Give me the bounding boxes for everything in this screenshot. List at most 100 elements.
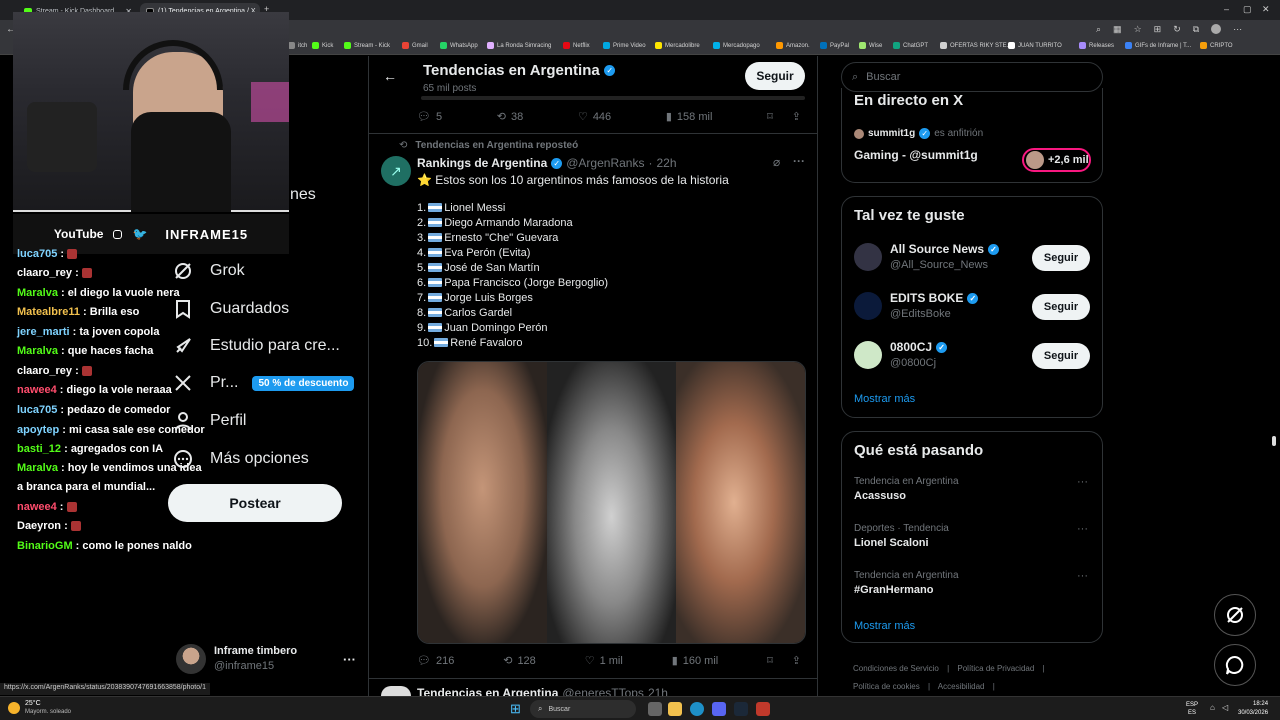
bookmark-item[interactable]: WhatsApp [440, 42, 478, 49]
discord-icon[interactable] [712, 702, 726, 716]
follow-button[interactable]: Seguir [1032, 343, 1090, 369]
maximize-icon[interactable]: ▢ [1243, 4, 1252, 15]
bookmark-item[interactable]: Mercadolibre [655, 42, 700, 49]
edge-icon[interactable] [690, 702, 704, 716]
bookmark-button[interactable]: ⌑ ⇪ [767, 654, 801, 667]
reply-button[interactable]: 💬︎ 5 [417, 110, 442, 124]
grok-icon[interactable]: ⌀ [773, 155, 780, 169]
views-button[interactable]: ▮ 158 mil [666, 110, 713, 124]
more-dots-icon[interactable]: ··· [343, 652, 356, 667]
bookmark-item[interactable]: ChatGPT [893, 42, 928, 49]
avatar[interactable] [854, 341, 882, 369]
bookmark-item[interactable]: Mercadopago [713, 42, 760, 49]
bookmark-item[interactable]: OFERTAS RIKY STE... [940, 42, 1012, 49]
chat-username[interactable]: Maralva [17, 345, 58, 357]
chat-username[interactable]: nawee4 [17, 384, 57, 396]
suggested-account[interactable]: EDITS BOKE ✓ @EditsBoke [890, 290, 979, 322]
views-button[interactable]: ▮ 160 mil [672, 654, 719, 668]
nav-estudio[interactable]: Estudio para cre... [172, 335, 340, 357]
app-icon[interactable] [756, 702, 770, 716]
volume-icon[interactable]: ◁ [1222, 703, 1228, 712]
chat-username[interactable]: Maralva [17, 462, 58, 474]
chat-username[interactable]: apoytep [17, 424, 59, 436]
show-more-trends[interactable]: Mostrar más [854, 620, 915, 632]
nav-mas-opciones[interactable]: Más opciones [172, 448, 309, 470]
chat-username[interactable]: nawee4 [17, 501, 57, 513]
minimize-icon[interactable]: – [1224, 4, 1229, 14]
footer-cookies[interactable]: Política de cookies [853, 682, 920, 691]
nav-guardados[interactable]: Guardados [172, 298, 289, 320]
like-button[interactable]: ♡ 1 mil [585, 654, 623, 668]
trend-item[interactable]: Deportes · Tendencia Lionel Scaloni [854, 523, 1084, 549]
repost-button[interactable]: ⟲ 38 [497, 110, 523, 124]
more-dots-icon[interactable]: ··· [1077, 476, 1088, 488]
bookmark-item[interactable]: Wise [859, 42, 882, 49]
more-dots-icon[interactable]: ··· [1077, 570, 1088, 582]
follow-trend-button[interactable]: Seguir [745, 62, 805, 90]
task-view-icon[interactable] [648, 702, 662, 716]
tweet-time[interactable]: 21h [648, 686, 668, 696]
footer-terms[interactable]: Condiciones de Servicio [853, 664, 939, 673]
steam-icon[interactable] [734, 702, 748, 716]
menu-dots-icon[interactable]: ⋯ [1233, 24, 1242, 35]
taskbar-search[interactable]: ⌕ Buscar [530, 700, 636, 718]
author-avatar[interactable]: ↗ [381, 156, 411, 186]
follow-button[interactable]: Seguir [1032, 245, 1090, 271]
follow-button[interactable]: Seguir [1032, 294, 1090, 320]
tweet-time[interactable]: 22h [656, 156, 676, 170]
chat-username[interactable]: Maralva [17, 287, 58, 299]
bookmark-item[interactable]: Gmail [402, 42, 428, 49]
chat-username[interactable]: Matealbre11 [17, 306, 80, 318]
author-handle[interactable]: @ArgenRanks [566, 156, 644, 170]
suggested-account[interactable]: All Source News ✓ @All_Source_News [890, 241, 1000, 273]
author-handle[interactable]: @eneresTTops [562, 686, 644, 696]
more-dots-icon[interactable]: ··· [793, 154, 805, 168]
avatar[interactable] [854, 292, 882, 320]
clock[interactable]: 18:24 30/03/2026 [1238, 700, 1268, 718]
reply-button[interactable]: 💬︎ 216 [417, 654, 454, 668]
chat-username[interactable]: luca705 [17, 248, 57, 260]
bookmark-item[interactable]: PayPal [820, 42, 849, 49]
post-button[interactable]: Postear [168, 484, 342, 522]
bookmark-item[interactable]: Kick [312, 42, 333, 49]
nav-perfil[interactable]: Perfil [172, 410, 246, 432]
bookmark-item[interactable]: itch [288, 42, 307, 49]
search-input[interactable]: Buscar [866, 71, 900, 83]
trend-item[interactable]: Tendencia en Argentina #GranHermano [854, 570, 1084, 596]
file-explorer-icon[interactable] [668, 702, 682, 716]
footer-accessibility[interactable]: Accesibilidad [938, 682, 985, 691]
profile-avatar[interactable] [1211, 24, 1222, 34]
chat-username[interactable]: BinarioGM [17, 540, 73, 552]
live-space-title[interactable]: Gaming - @summit1g [854, 148, 978, 162]
back-arrow-icon[interactable]: ← [383, 68, 397, 84]
messages-float-button[interactable] [1214, 644, 1256, 686]
trend-item[interactable]: Tendencia en Argentina Acassuso [854, 476, 1084, 502]
scrollbar-thumb[interactable] [1272, 436, 1276, 446]
live-listeners-badge[interactable]: +2,6 mil [1022, 148, 1091, 172]
show-more-suggest[interactable]: Mostrar más [854, 393, 915, 405]
suggested-account[interactable]: 0800CJ ✓ @0800Cj [890, 339, 948, 371]
author-name[interactable]: Tendencias en Argentina [417, 686, 558, 696]
repost-button[interactable]: ⟲ 128 [503, 654, 536, 668]
tweet-photo[interactable] [417, 361, 806, 644]
nav-grok[interactable]: Grok [172, 260, 245, 282]
host-name[interactable]: summit1g [868, 128, 915, 139]
grok-float-button[interactable] [1214, 594, 1256, 636]
chat-username[interactable]: claaro_rey [17, 267, 72, 279]
chat-username[interactable]: Daeyron [17, 520, 61, 532]
account-switcher[interactable]: Inframe timbero @inframe15 ··· [176, 644, 356, 674]
like-button[interactable]: ♡ 446 [578, 110, 611, 124]
bookmark-item[interactable]: Netflix [563, 42, 590, 49]
nav-premium[interactable]: Pr... 50 % de descuento [172, 372, 355, 394]
next-author-avatar[interactable] [381, 686, 411, 696]
bookmark-button[interactable]: ⌑ ⇪ [767, 110, 801, 123]
avatar[interactable] [854, 243, 882, 271]
bookmark-item[interactable]: Amazon. [776, 42, 810, 49]
more-dots-icon[interactable]: ··· [1077, 523, 1088, 535]
star-icon[interactable]: ☆ [1134, 24, 1142, 35]
extension-icon[interactable]: ⊞ [1154, 24, 1162, 35]
bookmark-item[interactable]: Releases [1079, 42, 1114, 49]
translate-icon[interactable]: ▦ [1113, 24, 1122, 35]
share-icon[interactable]: ⇪ [792, 110, 801, 123]
chat-username[interactable]: basti_12 [17, 443, 61, 455]
